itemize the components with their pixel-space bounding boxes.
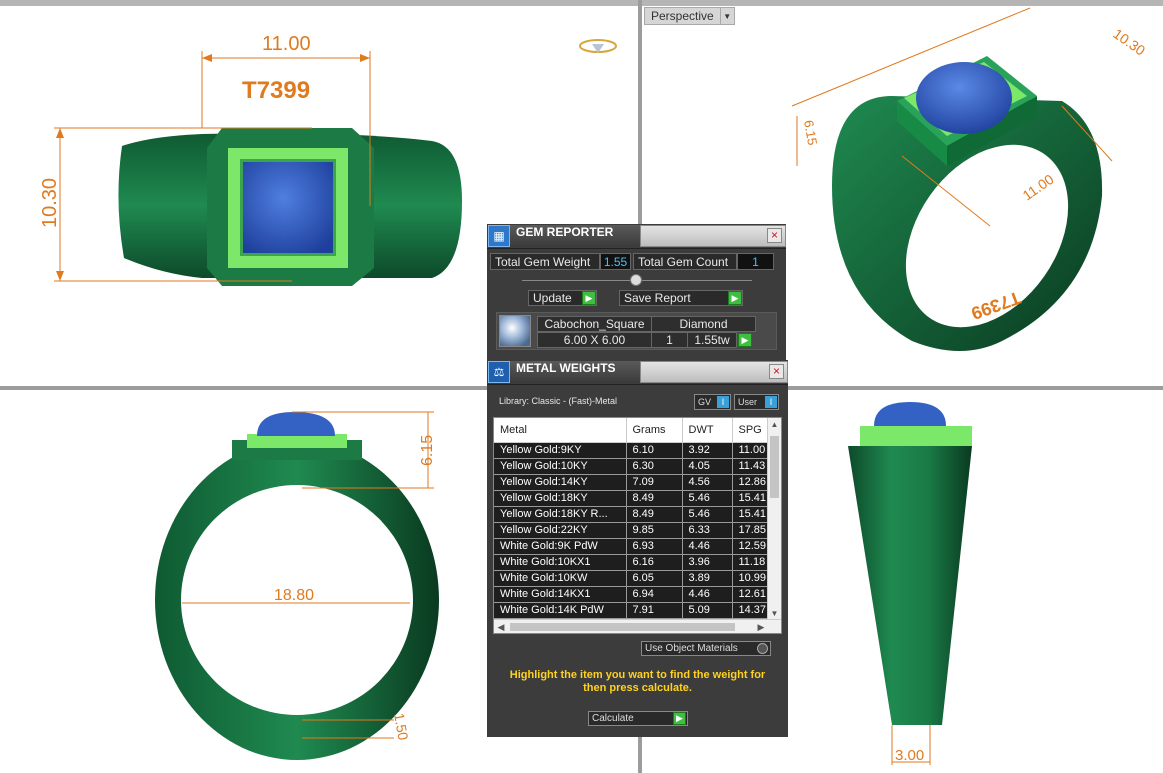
save-report-button[interactable]: Save Report ▶: [619, 290, 743, 306]
front-dim-height: 6.15: [419, 435, 436, 466]
scroll-right-icon[interactable]: ▶: [754, 620, 768, 633]
view-mode-label: Perspective: [651, 9, 714, 23]
total-gem-weight-value: 1.55: [600, 253, 631, 270]
calculate-button[interactable]: Calculate ▶: [588, 711, 688, 726]
col-header-metal[interactable]: Metal: [494, 418, 627, 443]
library-label: Library: Classic - (Fast)-Metal: [499, 396, 618, 406]
gem-reporter-title: GEM REPORTER: [510, 225, 640, 247]
gem-weight: 1.55tw: [687, 332, 737, 348]
radio-icon[interactable]: [757, 643, 768, 654]
metal-weights-titlebar[interactable]: ⚖ METAL WEIGHTS ×: [487, 360, 788, 385]
side-dim-width: 3.00: [895, 747, 924, 764]
front-bezel: [247, 434, 347, 448]
save-report-label: Save Report: [624, 291, 691, 305]
table-row[interactable]: White Gold:14KX1 6.94 4.46 12.61: [494, 586, 770, 603]
gem-shape: Cabochon_Square: [537, 316, 652, 332]
close-icon[interactable]: ×: [767, 228, 782, 243]
gem-count: 1: [651, 332, 688, 348]
model-code: T7399: [242, 77, 310, 104]
table-row[interactable]: Yellow Gold:22KY 9.85 6.33 17.85: [494, 522, 770, 539]
metal-weights-panel: ⚖ METAL WEIGHTS × Library: Classic - (Fa…: [487, 360, 788, 737]
gem-size: 6.00 X 6.00: [537, 332, 652, 348]
use-object-materials-label: Use Object Materials: [645, 643, 738, 654]
dim-top-width: 11.00: [262, 33, 311, 55]
gv-toggle-icon: I: [717, 396, 729, 408]
persp-dim-length: 10.30: [1110, 25, 1148, 58]
table-row[interactable]: Yellow Gold:9KY 6.10 3.92 11.00: [494, 442, 770, 459]
table-row[interactable]: White Gold:9K PdW 6.93 4.46 12.59: [494, 538, 770, 555]
col-header-grams[interactable]: Grams: [626, 418, 683, 443]
table-vertical-scrollbar[interactable]: ▲ ▼: [767, 418, 781, 621]
gem-thumbnail: [499, 315, 531, 347]
persp-stone: [916, 62, 1012, 134]
col-header-spg[interactable]: SPG: [732, 418, 770, 443]
scroll-thumb[interactable]: [770, 436, 779, 498]
play-icon: ▶: [728, 291, 742, 305]
dim-top-height: 10.30: [39, 178, 61, 228]
side-stone: [874, 402, 946, 426]
gem-logo-icon[interactable]: [579, 39, 617, 53]
scroll-thumb[interactable]: [510, 623, 735, 631]
side-bezel: [860, 426, 972, 446]
calculate-label: Calculate: [592, 713, 634, 724]
total-gem-count-value: 1: [737, 253, 774, 270]
gem-reporter-titlebar[interactable]: ▦ GEM REPORTER ×: [487, 224, 786, 249]
metal-weights-title: METAL WEIGHTS: [510, 361, 640, 383]
col-header-dwt[interactable]: DWT: [682, 418, 733, 443]
use-object-materials-option[interactable]: Use Object Materials: [641, 641, 771, 656]
play-icon: ▶: [673, 712, 686, 725]
table-row[interactable]: Yellow Gold:18KY R... 8.49 5.46 15.41: [494, 506, 770, 523]
cad-workspace: 11.00 T7399 10.30 10.30 6.15 11.00 T7399…: [0, 0, 1163, 773]
gv-label: GV: [698, 397, 712, 407]
table-row[interactable]: Yellow Gold:10KY 6.30 4.05 11.43: [494, 458, 770, 475]
gem-type: Diamond: [651, 316, 756, 332]
play-icon: ▶: [582, 291, 596, 305]
metal-table: Metal Grams DWT SPG Yellow Gold:9KY 6.10 3…: [493, 417, 782, 634]
calculate-hint: Highlight the item you want to find the …: [509, 669, 766, 694]
stone: [243, 162, 333, 253]
scroll-up-icon[interactable]: ▲: [768, 418, 781, 432]
gem-go-button[interactable]: ▶: [738, 333, 752, 347]
side-shank: [848, 446, 972, 725]
gem-actions: Update ▶ Save Report ▶: [528, 290, 743, 306]
update-button[interactable]: Update ▶: [528, 290, 597, 306]
front-dim-diameter: 18.80: [274, 587, 314, 604]
total-gem-count-label: Total Gem Count: [633, 253, 737, 270]
user-label: User: [738, 397, 758, 407]
totals-row: Total Gem Weight 1.55 Total Gem Count 1: [490, 253, 774, 270]
gem-reporter-icon: ▦: [488, 225, 510, 247]
table-row[interactable]: Yellow Gold:18KY 8.49 5.46 15.41: [494, 490, 770, 507]
scale-icon: ⚖: [488, 361, 510, 383]
table-header-row: Metal Grams DWT SPG: [494, 418, 770, 443]
table-row[interactable]: White Gold:10KX1 6.16 3.96 11.18: [494, 554, 770, 571]
chevron-down-icon[interactable]: ▼: [719, 8, 734, 24]
update-label: Update: [533, 291, 572, 305]
front-dim-thickness: 1.50: [391, 712, 412, 742]
user-toggle-icon: I: [765, 396, 777, 408]
gem-list-item[interactable]: Cabochon_Square Diamond 6.00 X 6.00 1 1.…: [496, 312, 777, 350]
front-stone: [257, 412, 335, 436]
user-toggle[interactable]: User I: [734, 394, 779, 410]
view-mode-selector[interactable]: Perspective ▼: [644, 7, 735, 25]
scroll-left-icon[interactable]: ◀: [494, 620, 508, 633]
table-row[interactable]: Yellow Gold:14KY 7.09 4.56 12.86: [494, 474, 770, 491]
gem-reporter-panel: ▦ GEM REPORTER × Total Gem Weight 1.55 T…: [487, 224, 786, 360]
gv-toggle[interactable]: GV I: [694, 394, 731, 410]
total-gem-weight-label: Total Gem Weight: [490, 253, 600, 270]
persp-dim-height: 6.15: [801, 119, 820, 147]
table-row[interactable]: White Gold:14K PdW 7.91 5.09 14.37: [494, 602, 770, 619]
table-horizontal-scrollbar[interactable]: ◀ ▶: [494, 619, 781, 633]
gem-slider-handle[interactable]: [630, 274, 642, 286]
close-icon[interactable]: ×: [769, 364, 784, 379]
table-row[interactable]: White Gold:10KW 6.05 3.89 10.99: [494, 570, 770, 587]
